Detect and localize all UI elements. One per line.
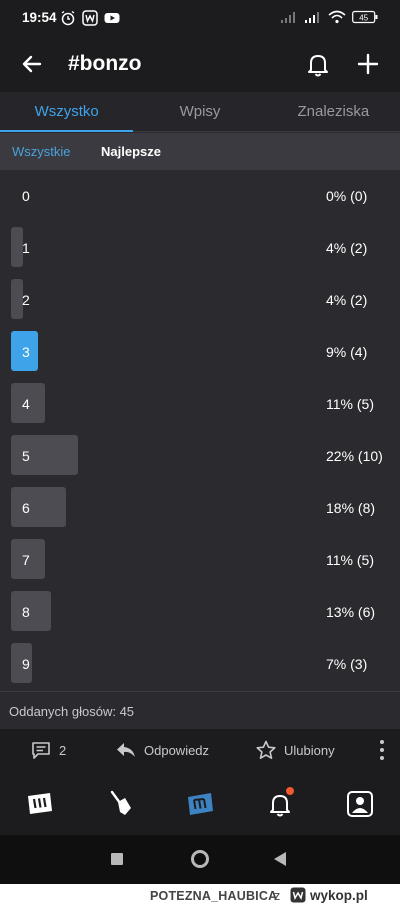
poll-option-percent: 4% (2) (326, 240, 368, 256)
poll-option[interactable]: 1 4% (2) (0, 222, 400, 274)
comment-icon (32, 742, 50, 759)
poll-option-percent: 22% (10) (326, 448, 383, 464)
poll-option-percent: 0% (0) (326, 188, 368, 204)
poll-option-percent: 9% (4) (326, 344, 368, 360)
poll-option-label: 6 (22, 500, 30, 516)
poll-option[interactable]: 8 13% (6) (0, 586, 400, 638)
favorite-button[interactable]: Ulubiony (256, 740, 335, 760)
watermark: POTEZNA_HAUBICA z wykop.pl (0, 884, 400, 908)
profile-icon[interactable] (345, 789, 375, 819)
system-navigation (0, 835, 400, 884)
app-bar: #bonzo (0, 38, 400, 92)
battery-icon: 45 (352, 10, 378, 24)
poll-option-percent: 11% (5) (326, 552, 374, 568)
poll-option-label: 5 (22, 448, 30, 464)
poll-option-percent: 4% (2) (326, 292, 368, 308)
tab-bar: Wszystko Wpisy Znaleziska (0, 92, 400, 132)
reply-label: Odpowiedz (144, 742, 210, 758)
shovel-icon[interactable] (105, 789, 135, 819)
notifications-nav[interactable] (265, 787, 295, 819)
poll-option[interactable]: 6 18% (8) (0, 482, 400, 534)
sort-filter-bar: Wszystkie Najlepsze (0, 133, 400, 170)
youtube-icon (104, 13, 120, 23)
poll-bar (11, 487, 66, 527)
votes-total-text: Oddanych głosów: 45 (9, 704, 135, 719)
wykop-home-icon[interactable] (25, 789, 55, 819)
status-bar: 19:54 45 (0, 0, 400, 38)
filter-all[interactable]: Wszystkie (12, 144, 71, 159)
poll-option-label: 2 (22, 292, 30, 308)
wykop-logo-icon (290, 887, 306, 903)
tab-znaleziska[interactable]: Znaleziska (267, 92, 400, 131)
poll-option[interactable]: 4 11% (5) (0, 378, 400, 430)
poll-option[interactable]: 3 9% (4) (0, 326, 400, 378)
watermark-z: z (274, 889, 281, 903)
poll-option[interactable]: 2 4% (2) (0, 274, 400, 326)
poll-option-percent: 7% (3) (326, 656, 368, 672)
bottom-navigation (0, 771, 400, 835)
mikroblog-icon[interactable] (185, 789, 215, 819)
comments-button[interactable]: 2 (31, 740, 66, 760)
poll: 0 0% (0) 1 4% (2) 2 4% (2) 3 9% (4) 4 11… (0, 170, 400, 690)
poll-option[interactable]: 7 11% (5) (0, 534, 400, 586)
poll-option-label: 9 (22, 656, 30, 672)
watermark-site: wykop.pl (310, 888, 368, 903)
poll-votes-total: Oddanych głosów: 45 (0, 691, 400, 729)
wifi-icon (328, 10, 346, 24)
poll-option[interactable]: 5 22% (10) (0, 430, 400, 482)
star-icon (256, 740, 276, 759)
wykop-notification-icon (82, 10, 98, 26)
signal-icon (281, 12, 295, 23)
poll-option[interactable]: 0 0% (0) (0, 170, 400, 222)
poll-option-label: 4 (22, 396, 30, 412)
more-options-icon[interactable] (378, 739, 386, 761)
system-back-icon[interactable] (274, 852, 286, 866)
reply-button[interactable]: Odpowiedz (116, 740, 209, 760)
poll-option-label: 1 (22, 240, 30, 256)
poll-option-percent: 11% (5) (326, 396, 374, 412)
screen: 19:54 45 #bonzo Wszystko Wpisy Znalezisk… (0, 0, 400, 884)
poll-option-label: 7 (22, 552, 30, 568)
status-time: 19:54 (22, 10, 57, 25)
poll-option[interactable]: 9 7% (3) (0, 638, 400, 690)
comments-count: 2 (59, 742, 67, 758)
battery-level: 45 (359, 14, 368, 23)
back-arrow-icon[interactable] (16, 48, 48, 80)
poll-option-label: 3 (22, 344, 30, 360)
bell-icon[interactable] (302, 48, 334, 80)
poll-option-percent: 18% (8) (326, 500, 376, 516)
poll-bar (11, 591, 51, 631)
poll-option-label: 0 (22, 188, 30, 204)
post-action-bar: 2 Odpowiedz Ulubiony (0, 729, 400, 771)
plus-icon[interactable] (352, 48, 384, 80)
tab-wszystko[interactable]: Wszystko (0, 92, 134, 132)
watermark-user: POTEZNA_HAUBICA (150, 889, 278, 903)
home-icon[interactable] (191, 850, 209, 868)
favorite-label: Ulubiony (284, 742, 335, 758)
page-title: #bonzo (68, 52, 142, 75)
reply-icon (117, 743, 135, 757)
alarm-icon (61, 10, 75, 26)
poll-option-label: 8 (22, 604, 30, 620)
notification-badge (286, 787, 294, 795)
recents-icon[interactable] (111, 853, 123, 865)
filter-best[interactable]: Najlepsze (101, 144, 161, 159)
signal-icon-2 (305, 12, 319, 23)
poll-option-percent: 13% (6) (326, 604, 376, 620)
tab-wpisy[interactable]: Wpisy (133, 92, 266, 131)
